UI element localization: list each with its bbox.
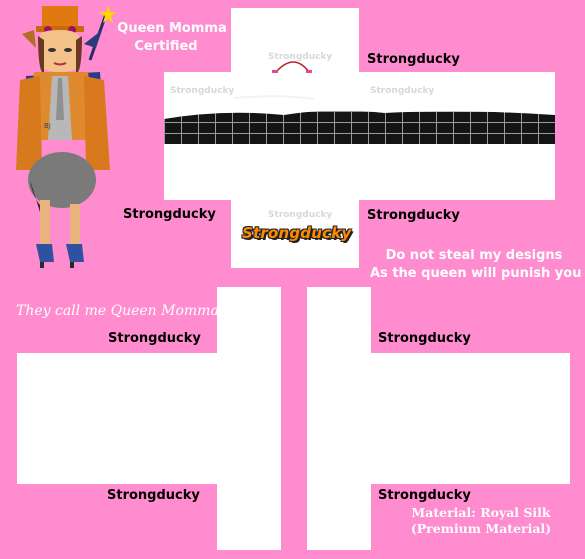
right-arm-bottom-label: Strongducky — [378, 488, 471, 503]
shirt-template-canvas: Strongducky Strongducky Strongducky Stro… — [0, 0, 585, 559]
warning-line-1: Do not steal my designs — [385, 248, 563, 263]
torso-bottom-right-label: Strongducky — [367, 208, 460, 223]
watermark: Strongducky — [370, 86, 435, 96]
watermark: Strongducky — [170, 86, 235, 96]
warning-line-2: As the queen will punish you — [370, 266, 582, 281]
right-arm-middle-panel — [307, 353, 570, 484]
avatar-image: BJ — [16, 5, 117, 268]
left-arm-bottom-label: Strongducky — [107, 488, 200, 503]
plaid-stripe — [164, 111, 555, 144]
left-arm-top-label: Strongducky — [108, 331, 201, 346]
right-arm-top-panel — [307, 287, 371, 353]
left-arm-middle-panel — [17, 353, 281, 484]
svg-text:BJ: BJ — [44, 122, 51, 130]
watermark: Strongducky — [268, 52, 333, 62]
torso-top-right-label: Strongducky — [367, 52, 460, 67]
right-arm-bottom-panel — [307, 484, 371, 550]
right-arm-top-label: Strongducky — [378, 331, 471, 346]
left-arm-bottom-panel — [217, 484, 281, 550]
left-arm-top-panel — [217, 287, 281, 353]
watermark: Strongducky — [268, 210, 333, 220]
neckline-shape — [233, 61, 555, 112]
strongducky-logo: Strongducky — [242, 224, 352, 242]
tagline: They call me Queen Momma — [16, 303, 219, 319]
material-line-1: Material: Royal Silk — [411, 505, 551, 520]
material-line-2: (Premium Material) — [410, 521, 552, 536]
